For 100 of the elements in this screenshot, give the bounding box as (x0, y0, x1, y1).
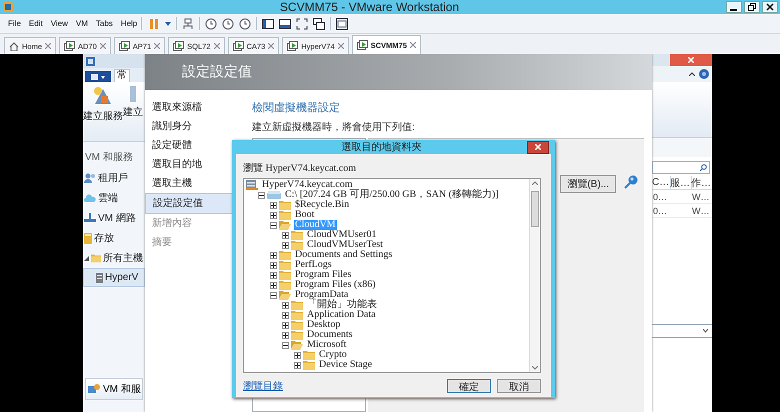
tree-item[interactable]: Documents (306, 330, 354, 340)
ribbon-tab[interactable]: 常 (114, 69, 130, 82)
wizard-step[interactable]: 設定設定值 (145, 193, 233, 214)
collapse-toggle[interactable] (282, 342, 289, 348)
fullscreen-icon[interactable] (296, 18, 308, 30)
expand-toggle[interactable] (270, 212, 277, 218)
tree-item[interactable]: PerfLogs (294, 260, 333, 270)
expand-toggle[interactable] (270, 272, 277, 278)
close-icon[interactable] (45, 43, 52, 49)
menu-item[interactable]: View (46, 19, 72, 28)
network-icon[interactable] (182, 18, 194, 30)
close-button[interactable] (527, 140, 549, 154)
column-header[interactable]: 作… (691, 176, 712, 189)
collapse-toggle[interactable] (258, 192, 265, 198)
scroll-thumb[interactable] (531, 191, 539, 227)
nav-item[interactable]: 租用戶 (83, 168, 145, 188)
tree-item[interactable]: 「開始」功能表 (306, 300, 378, 310)
menu-item[interactable]: VM (72, 19, 92, 28)
wizard-step[interactable]: 選取來源檔 (145, 98, 233, 117)
expand-toggle[interactable] (282, 302, 289, 308)
tree-item[interactable]: ProgramData (294, 290, 350, 300)
ribbon-button[interactable]: 建立服務 (83, 86, 123, 123)
ribbon-button[interactable]: 建立 (123, 86, 143, 119)
tree-item[interactable]: HyperV74.keycat.com (261, 180, 354, 190)
expand-toggle[interactable] (282, 242, 289, 248)
dialog-title: 選取目的地資料夾 (340, 140, 422, 154)
tree-item[interactable]: CloudVMUser01 (306, 230, 378, 240)
tree-item[interactable]: Program Files (x86) (294, 280, 377, 290)
collapse-toggle[interactable] (270, 292, 277, 298)
scrollbar[interactable] (529, 179, 540, 372)
console-view-icon[interactable] (336, 18, 348, 30)
tree-item[interactable]: CloudVMUserTest (306, 240, 384, 250)
menu-item[interactable]: Help (116, 19, 142, 28)
collapse-arrow-icon[interactable] (84, 256, 89, 260)
wizard-step[interactable]: 選取主機 (145, 174, 233, 193)
collapse-toggle[interactable] (270, 222, 277, 228)
wizard-step[interactable]: 識別身分 (145, 117, 233, 136)
close-icon[interactable] (410, 42, 416, 48)
nav-item[interactable]: 存放 (83, 228, 145, 248)
sidebar-view-icon[interactable] (262, 18, 274, 30)
expand-toggle[interactable] (294, 352, 301, 358)
tree-item[interactable]: Microsoft (306, 340, 348, 350)
tree-item[interactable]: Crypto (318, 350, 348, 360)
close-icon[interactable] (100, 43, 106, 49)
clock-icon[interactable] (205, 18, 218, 30)
tree-item[interactable]: $Recycle.Bin (294, 200, 350, 210)
tree-item[interactable]: Application Data (306, 310, 377, 320)
tree-item[interactable]: Boot (294, 210, 316, 220)
expand-toggle[interactable] (270, 282, 277, 288)
nav-section-button[interactable]: VM 和服 (85, 378, 143, 400)
close-icon[interactable] (214, 43, 220, 49)
bottom-bar-view-icon[interactable] (279, 18, 292, 30)
close-button[interactable] (762, 1, 778, 13)
menu-item[interactable]: Edit (24, 19, 47, 28)
caret-icon[interactable] (165, 22, 172, 26)
section-heading: 檢閱虛擬機器設定 (252, 100, 341, 115)
browse-link[interactable]: 瀏覽目錄 (243, 379, 283, 393)
windows-icon[interactable] (313, 18, 326, 30)
scroll-up-icon[interactable] (532, 181, 538, 185)
tree-item[interactable]: Program Files (294, 270, 352, 280)
expand-toggle[interactable] (282, 312, 289, 318)
column-header[interactable]: C… (652, 176, 670, 189)
vm-icon (64, 41, 76, 51)
nav-item[interactable]: 雲端 (83, 188, 145, 208)
wizard-step[interactable]: 設定硬體 (145, 136, 233, 155)
cancel-button[interactable]: 取消 (497, 379, 541, 393)
close-icon (766, 3, 774, 11)
expand-toggle[interactable] (282, 232, 289, 238)
expand-toggle[interactable] (270, 262, 277, 268)
close-icon[interactable] (154, 43, 160, 49)
app-menu-button[interactable] (85, 71, 111, 82)
clock-icon[interactable] (239, 18, 252, 30)
menu-item[interactable]: File (4, 19, 25, 28)
menu-item[interactable]: Tabs (92, 19, 117, 28)
expand-toggle[interactable] (282, 322, 289, 328)
tree-item[interactable]: Desktop (306, 320, 342, 330)
column-header[interactable]: 服… (670, 176, 691, 189)
nav-item[interactable]: VM 網路 (83, 208, 145, 228)
folder-icon (291, 300, 303, 310)
tree-item[interactable]: Documents and Settings (294, 250, 394, 260)
close-icon[interactable] (268, 43, 274, 49)
expand-toggle[interactable] (282, 332, 289, 338)
scroll-down-icon[interactable] (532, 366, 538, 370)
expand-toggle[interactable] (270, 202, 277, 208)
help-icon[interactable] (699, 69, 709, 79)
tree-item[interactable]: Device Stage (318, 360, 374, 370)
open-folder-icon (291, 340, 303, 350)
expand-toggle[interactable] (270, 252, 277, 258)
close-icon[interactable] (338, 43, 344, 49)
tree-item[interactable]: C:\ [207.24 GB 可用/250.00 GB，SAN (移轉能力)] (284, 190, 500, 200)
pin-icon[interactable] (624, 175, 638, 189)
expand-toggle[interactable] (294, 362, 301, 368)
search-field[interactable] (652, 161, 710, 174)
collapse-ribbon-icon[interactable] (689, 72, 695, 76)
ok-button[interactable]: 確定 (447, 379, 491, 393)
clock-icon[interactable] (222, 18, 234, 30)
browse-button[interactable]: 瀏覽(B)... (560, 175, 616, 193)
wizard-step[interactable]: 選取目的地 (145, 155, 233, 174)
nav-item[interactable]: 所有主機 (83, 248, 145, 268)
nav-item[interactable]: HyperV (83, 268, 145, 287)
